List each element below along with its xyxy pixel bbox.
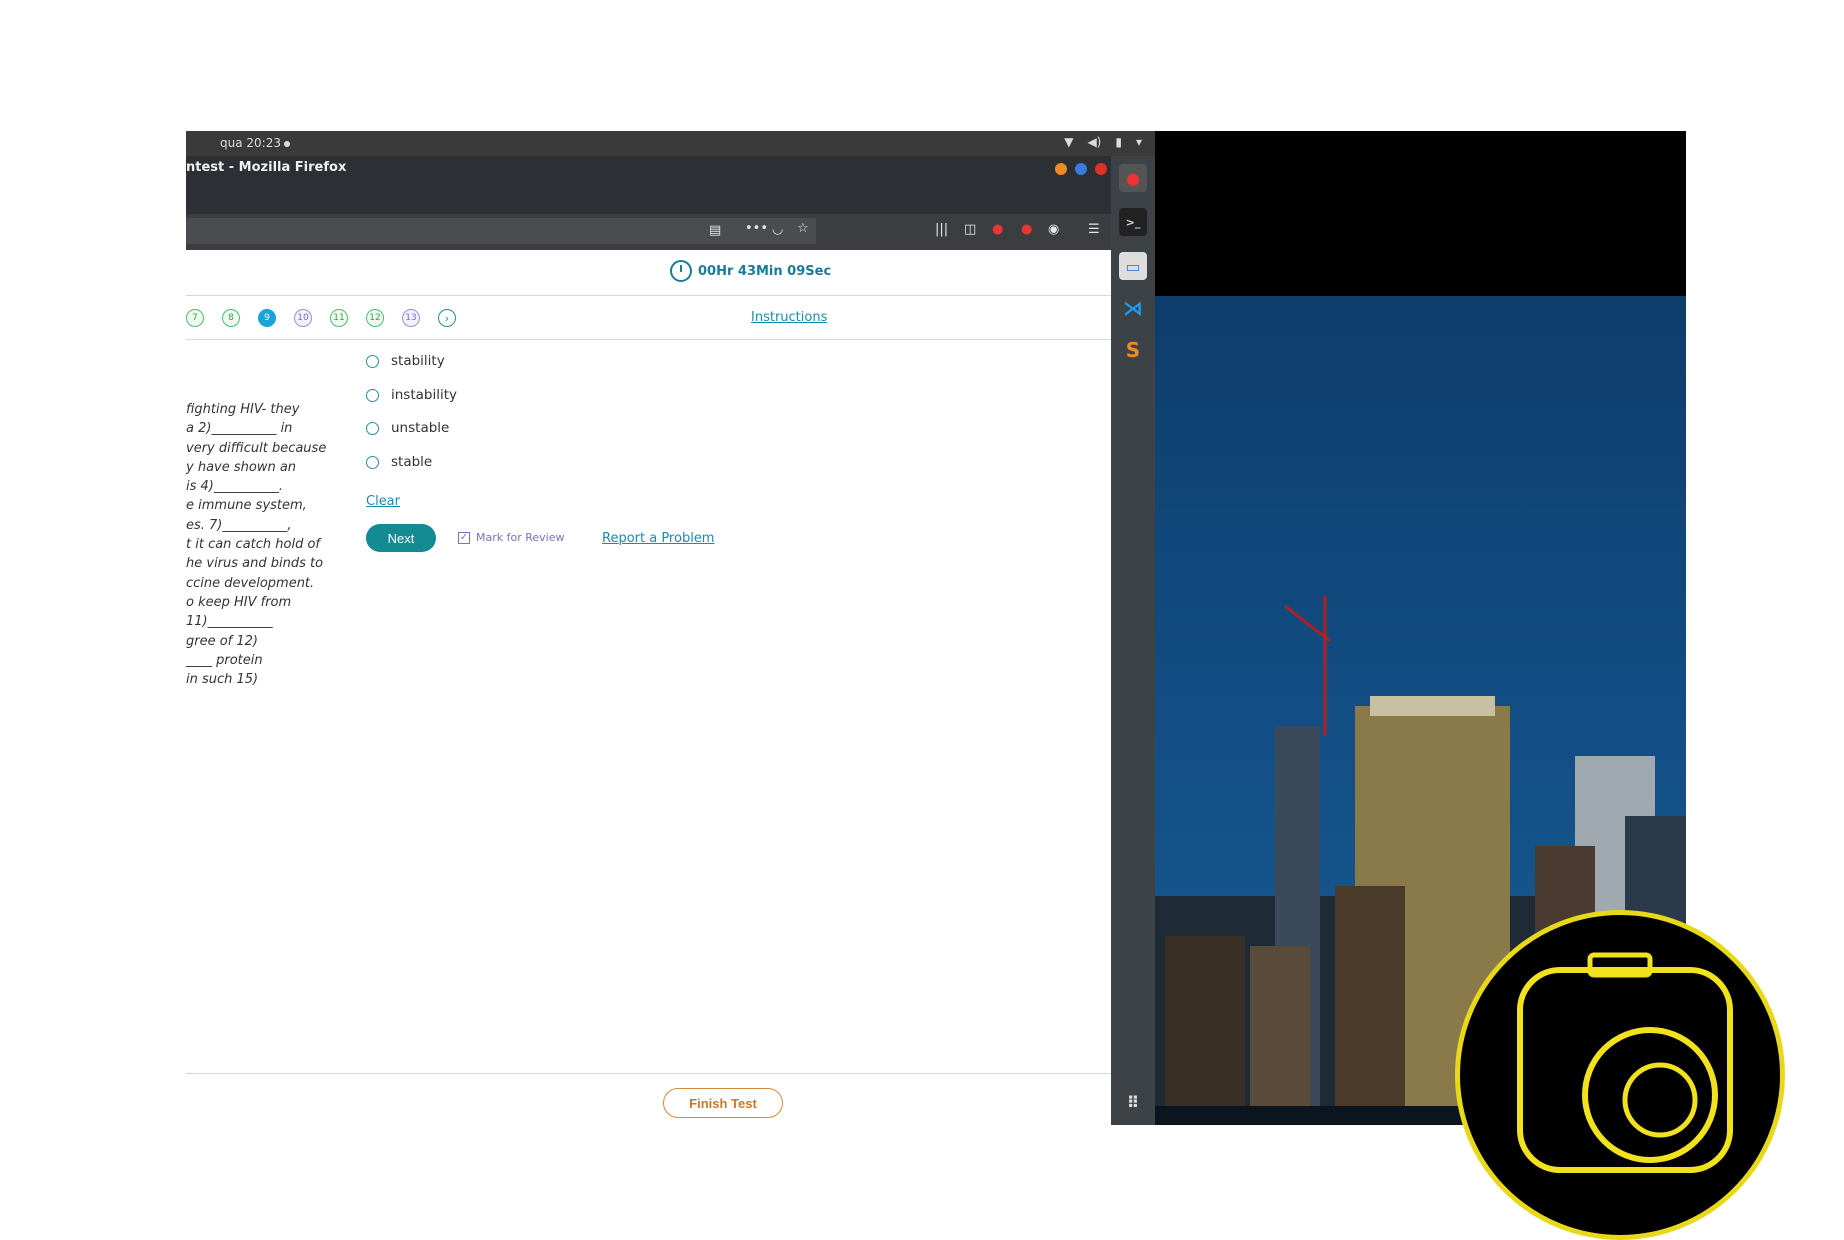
next-button[interactable]: Next (366, 524, 436, 552)
option-label: stability (391, 353, 445, 369)
wifi-icon[interactable]: ▼ (1064, 135, 1073, 149)
battery-icon[interactable]: ▮ (1115, 135, 1122, 149)
timer: 00Hr 43Min 09Sec (670, 260, 831, 282)
sidebar-icon[interactable]: ◫ (964, 222, 976, 237)
notification-dot (283, 140, 290, 147)
passage-text: fighting HIV- they a 2)__________ in ver… (186, 400, 336, 689)
app-grid-icon[interactable]: ⠿ (1119, 1088, 1147, 1116)
passage-line: es. 7)__________, (186, 517, 292, 533)
pocket-icon[interactable]: ◡ (772, 222, 783, 237)
menu-icon[interactable]: ☰ (1088, 222, 1100, 237)
option-stability[interactable]: stability (366, 353, 445, 369)
option-stable[interactable]: stable (366, 454, 432, 470)
mark-for-review[interactable]: ✓ Mark for Review (458, 531, 565, 544)
passage-line: 11)__________ (186, 614, 273, 630)
passage-line: he virus and binds to (186, 556, 324, 572)
instructions-link[interactable]: Instructions (751, 310, 827, 325)
option-label: stable (391, 454, 433, 470)
passage-line: ccine development. (186, 575, 315, 591)
question-number-7[interactable]: 7 (186, 309, 204, 327)
terminal-icon[interactable]: >_ (1119, 208, 1147, 236)
divider (186, 339, 1111, 340)
radio-button[interactable] (366, 354, 379, 368)
browser-title-bar: ntest - Mozilla Firefox (186, 156, 1111, 214)
app-dock: ● >_ ▭ ⋊ S ⠿ (1111, 156, 1155, 1125)
question-number-8[interactable]: 8 (222, 309, 240, 327)
clock-label: qua 20:23 (220, 136, 281, 150)
camera-logo-icon (1517, 952, 1733, 1173)
option-unstable[interactable]: unstable (366, 420, 449, 436)
question-number-10[interactable]: 10 (294, 309, 312, 327)
test-page: 00Hr 43Min 09Sec 7 8 9 10 11 12 13 › Ins… (186, 250, 1111, 1125)
passage-line: in such 15) (186, 672, 259, 688)
option-instability[interactable]: instability (366, 387, 457, 403)
passage-line: gree of 12) (186, 633, 259, 649)
checkbox-icon[interactable]: ✓ (458, 531, 470, 544)
watermark-logo (1455, 910, 1785, 1240)
window-title: ntest - Mozilla Firefox (186, 160, 347, 175)
question-number-11[interactable]: 11 (330, 309, 348, 327)
stopwatch-icon (670, 260, 692, 282)
url-bar[interactable]: ▤ ••• ◡ ☆ (186, 218, 816, 244)
account-icon[interactable]: ◉ (1048, 222, 1059, 237)
passage-line: is 4)__________. (186, 479, 283, 495)
finish-test-button[interactable]: Finish Test (663, 1088, 783, 1118)
passage-line: very difficult because (186, 440, 327, 456)
question-number-13[interactable]: 13 (402, 309, 420, 327)
divider (186, 1073, 1111, 1074)
question-number-9[interactable]: 9 (258, 309, 276, 327)
clear-link[interactable]: Clear (366, 494, 400, 509)
firefox-icon[interactable]: ● (1119, 164, 1147, 192)
minimize-button[interactable] (1055, 163, 1067, 175)
radio-button[interactable] (366, 421, 379, 435)
passage-line: fighting HIV- they (186, 402, 300, 417)
mark-for-review-label: Mark for Review (476, 531, 565, 544)
reader-view-icon[interactable]: ▤ (709, 223, 721, 238)
passage-line: o keep HIV from (186, 594, 292, 610)
option-label: unstable (391, 420, 450, 436)
system-tray: ▼ ◀) ▮ ▾ (1064, 135, 1142, 149)
question-navigator: 7 8 9 10 11 12 13 › (186, 309, 456, 327)
divider (186, 295, 1111, 296)
maximize-button[interactable] (1075, 163, 1087, 175)
passage-line: t it can catch hold of (186, 537, 321, 553)
radio-button[interactable] (366, 455, 379, 469)
more-actions-icon[interactable]: ••• (745, 221, 768, 236)
timer-text: 00Hr 43Min 09Sec (698, 263, 832, 279)
report-problem-link[interactable]: Report a Problem (602, 531, 714, 546)
extension-icon[interactable]: ● (992, 222, 1003, 237)
wallpaper-top (1155, 131, 1686, 296)
extension-icon[interactable]: ● (1021, 222, 1032, 237)
browser-toolbar: ▤ ••• ◡ ☆ ||| ◫ ● ● ◉ ☰ (186, 214, 1111, 250)
passage-line: y have shown an (186, 459, 297, 475)
files-icon[interactable]: ▭ (1119, 252, 1147, 280)
radio-button[interactable] (366, 388, 379, 402)
passage-line: ____ protein (186, 652, 263, 668)
option-label: instability (391, 387, 458, 403)
sublime-icon[interactable]: S (1119, 336, 1147, 364)
chevron-right-icon[interactable]: › (438, 309, 456, 327)
vscode-icon[interactable]: ⋊ (1119, 294, 1147, 322)
passage-line: a 2)__________ in (186, 421, 293, 437)
chevron-down-icon[interactable]: ▾ (1136, 135, 1142, 149)
library-icon[interactable]: ||| (935, 222, 948, 237)
system-clock[interactable]: qua 20:23 (220, 136, 290, 150)
question-number-12[interactable]: 12 (366, 309, 384, 327)
passage-line: e immune system, (186, 498, 307, 514)
volume-icon[interactable]: ◀) (1087, 135, 1101, 149)
close-button[interactable] (1095, 163, 1107, 175)
bookmark-star-icon[interactable]: ☆ (797, 221, 809, 236)
